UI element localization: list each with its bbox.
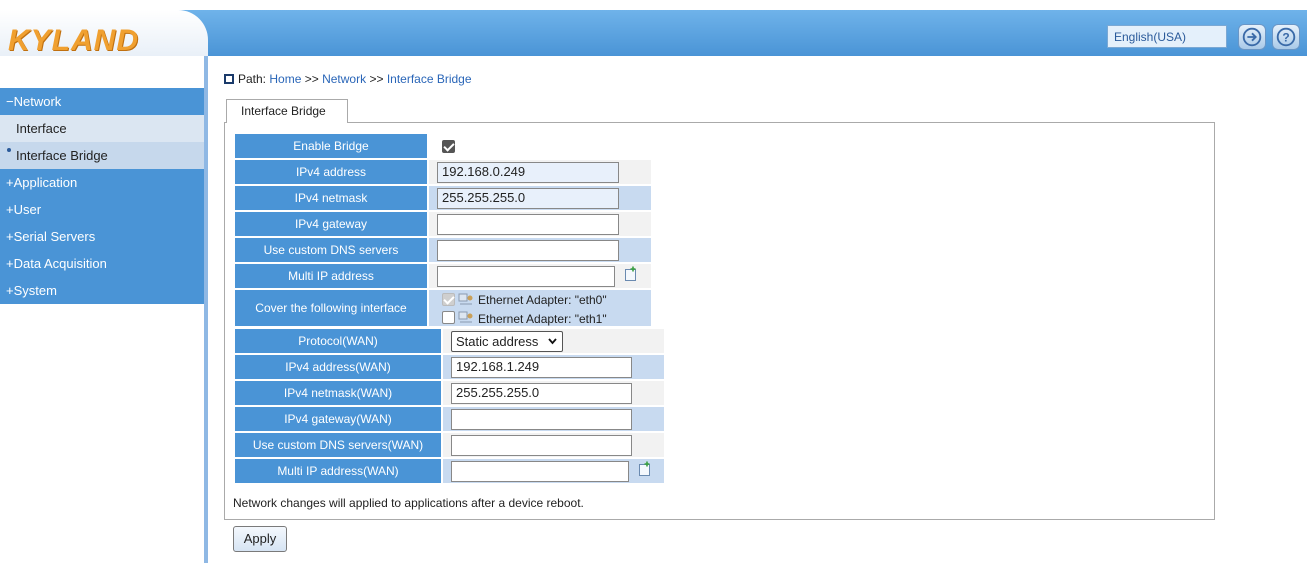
sidebar-item-user[interactable]: +User [0, 196, 204, 223]
ipv4-address-wan-input[interactable]: 192.168.1.249 [451, 357, 632, 378]
sidebar-item-network[interactable]: −Network [0, 88, 204, 115]
add-multi-ip-icon[interactable] [624, 266, 638, 282]
add-multi-ip-wan-icon[interactable] [638, 461, 652, 477]
ipv4-address-input[interactable]: 192.168.0.249 [437, 162, 619, 183]
breadcrumb-separator: >> [304, 72, 319, 86]
reboot-note: Network changes will applied to applicat… [233, 496, 584, 510]
ipv4-gateway-wan-input[interactable] [451, 409, 632, 430]
ipv4-gateway-input[interactable] [437, 214, 619, 235]
language-select[interactable]: English(USA) [1107, 25, 1227, 48]
cover-interface-label: Cover the following interface [235, 290, 427, 326]
protocol-wan-value: Static address [456, 334, 539, 349]
chevron-down-icon [548, 338, 557, 345]
ipv4-address-wan-label: IPv4 address(WAN) [235, 355, 441, 379]
sidebar-item-serial-servers[interactable]: +Serial Servers [0, 223, 204, 250]
ipv4-netmask-input[interactable]: 255.255.255.0 [437, 188, 619, 209]
active-bullet-icon [7, 148, 11, 152]
ipv4-netmask-wan-label: IPv4 netmask(WAN) [235, 381, 441, 405]
svg-text:?: ? [1282, 31, 1289, 45]
custom-dns-input[interactable] [437, 240, 619, 261]
ipv4-netmask-wan-input[interactable]: 255.255.255.0 [451, 383, 632, 404]
breadcrumb-network-link[interactable]: Network [322, 72, 366, 86]
multi-ip-wan-label: Multi IP address(WAN) [235, 459, 441, 483]
custom-dns-wan-input[interactable] [451, 435, 632, 456]
sidebar-item-application[interactable]: +Application [0, 169, 204, 196]
sidebar-item-system[interactable]: +System [0, 277, 204, 304]
ipv4-gateway-wan-label: IPv4 gateway(WAN) [235, 407, 441, 431]
sidebar-item-label: Interface Bridge [16, 148, 108, 163]
eth0-checkbox[interactable] [442, 293, 455, 306]
multi-ip-input[interactable] [437, 266, 615, 287]
path-icon [224, 74, 234, 84]
help-icon[interactable]: ? [1272, 24, 1300, 50]
sidebar-item-interface[interactable]: Interface [0, 115, 204, 142]
protocol-wan-label: Protocol(WAN) [235, 329, 441, 353]
logout-icon[interactable] [1238, 24, 1266, 50]
ipv4-netmask-label: IPv4 netmask [235, 186, 427, 210]
enable-bridge-checkbox[interactable] [442, 140, 455, 153]
custom-dns-wan-label: Use custom DNS servers(WAN) [235, 433, 441, 457]
network-adapter-icon [458, 311, 473, 323]
breadcrumb-current-link[interactable]: Interface Bridge [387, 72, 472, 86]
breadcrumb: Path: Home >> Network >> Interface Bridg… [224, 72, 472, 86]
enable-bridge-label: Enable Bridge [235, 134, 427, 158]
kyland-logo: KYLAND [8, 24, 139, 57]
sidebar-item-data-acquisition[interactable]: +Data Acquisition [0, 250, 204, 277]
multi-ip-label: Multi IP address [235, 264, 427, 288]
ipv4-gateway-label: IPv4 gateway [235, 212, 427, 236]
network-adapter-icon [458, 293, 473, 305]
sidebar-divider [204, 56, 208, 563]
protocol-wan-select[interactable]: Static address [451, 331, 563, 352]
sidebar-item-interface-bridge[interactable]: Interface Bridge [0, 142, 204, 169]
tab-interface-bridge[interactable]: Interface Bridge [226, 99, 348, 123]
breadcrumb-home-link[interactable]: Home [269, 72, 301, 86]
breadcrumb-separator: >> [369, 72, 384, 86]
eth0-label: Ethernet Adapter: "eth0" [478, 293, 607, 307]
ipv4-address-label: IPv4 address [235, 160, 427, 184]
eth1-label: Ethernet Adapter: "eth1" [478, 312, 607, 326]
apply-button[interactable]: Apply [233, 526, 287, 552]
breadcrumb-prefix: Path: [238, 72, 267, 86]
multi-ip-wan-input[interactable] [451, 461, 629, 482]
eth1-checkbox[interactable] [442, 311, 455, 324]
custom-dns-label: Use custom DNS servers [235, 238, 427, 262]
logo-area: KYLAND [0, 10, 208, 57]
enable-bridge-cell [429, 134, 651, 158]
